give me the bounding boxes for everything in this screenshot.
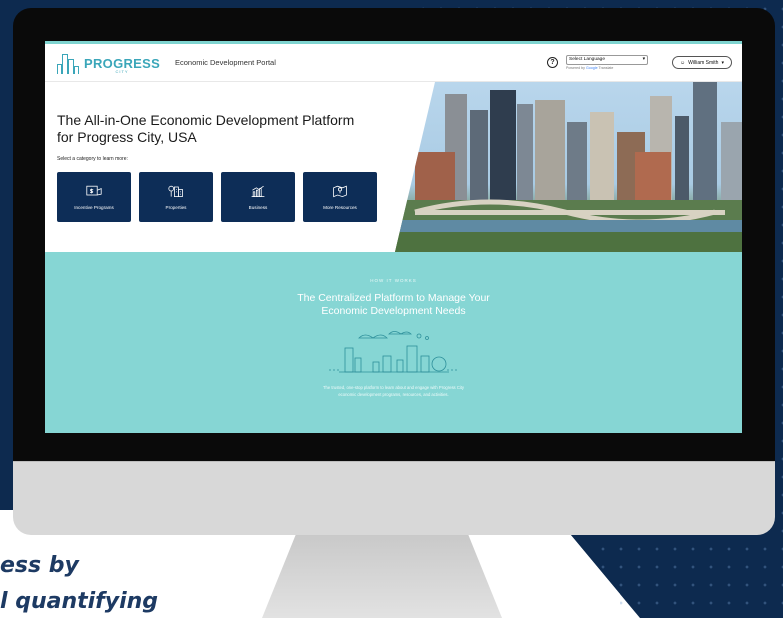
how-it-works-description: The trusted, one-stop platform to learn … [322, 385, 465, 397]
user-avatar-icon: ☺ [680, 59, 686, 66]
how-it-works-title: The Centralized Platform to Manage Your … [297, 292, 490, 317]
business-button[interactable]: Business [221, 172, 295, 222]
tagline-line-1: ess by [0, 553, 79, 578]
hero-content: The All-in-One Economic Development Plat… [57, 112, 387, 222]
portal-header: PROGRESS CITY Economic Development Porta… [45, 44, 742, 82]
help-icon[interactable]: ? [547, 57, 558, 68]
portal-title: Economic Development Portal [175, 58, 276, 67]
hero-subtitle: Select a category to learn more: [57, 156, 128, 162]
category-label: More Resources [323, 205, 357, 210]
language-selected: Select Language [569, 57, 606, 62]
dollar-document-icon [86, 185, 102, 196]
city-skyline-logo-icon [55, 52, 81, 74]
category-label: Properties [165, 205, 187, 210]
google-brand: Google [585, 66, 598, 70]
category-buttons: Incentive Programs Properties Business M… [57, 172, 387, 222]
how-it-works-kicker: HOW IT WORKS [370, 278, 417, 283]
user-menu-button[interactable]: ☺ William Smith ▾ [672, 56, 732, 69]
tagline-line-2: l quantifying [0, 589, 159, 614]
category-label: Business [248, 205, 268, 210]
chevron-down-icon: ▾ [642, 57, 645, 62]
category-label: Incentive Programs [74, 205, 114, 210]
skyline-illustration [395, 82, 742, 252]
language-selector: Select Language ▾ Powered by Google Tran… [566, 55, 648, 70]
more-resources-button[interactable]: More Resources [303, 172, 377, 222]
progress-city-logo[interactable]: PROGRESS CITY [55, 52, 167, 74]
how-it-works-section: HOW IT WORKS The Centralized Platform to… [45, 252, 742, 433]
monitor-screen: PROGRESS CITY Economic Development Porta… [45, 41, 742, 433]
powered-by-translate: Powered by Google Translate [566, 66, 614, 70]
buildings-icon [168, 185, 183, 197]
map-pin-icon [333, 185, 347, 198]
bar-chart-icon [251, 185, 265, 197]
city-line-illustration-icon [328, 331, 459, 373]
logo-subtext: CITY [115, 68, 129, 74]
logo-wordmark: PROGRESS [84, 55, 161, 71]
monitor-stand [262, 535, 502, 618]
properties-button[interactable]: Properties [139, 172, 213, 222]
incentive-programs-button[interactable]: Incentive Programs [57, 172, 131, 222]
chevron-down-icon: ▾ [721, 59, 724, 66]
hero-section: The All-in-One Economic Development Plat… [45, 82, 742, 252]
monitor-chin [13, 461, 775, 535]
user-name: William Smith [688, 59, 719, 66]
language-dropdown[interactable]: Select Language ▾ [566, 55, 648, 65]
hero-title: The All-in-One Economic Development Plat… [57, 112, 355, 145]
marketing-tagline: ess by l quantifying [0, 548, 260, 618]
city-skyline-photo [395, 82, 742, 252]
